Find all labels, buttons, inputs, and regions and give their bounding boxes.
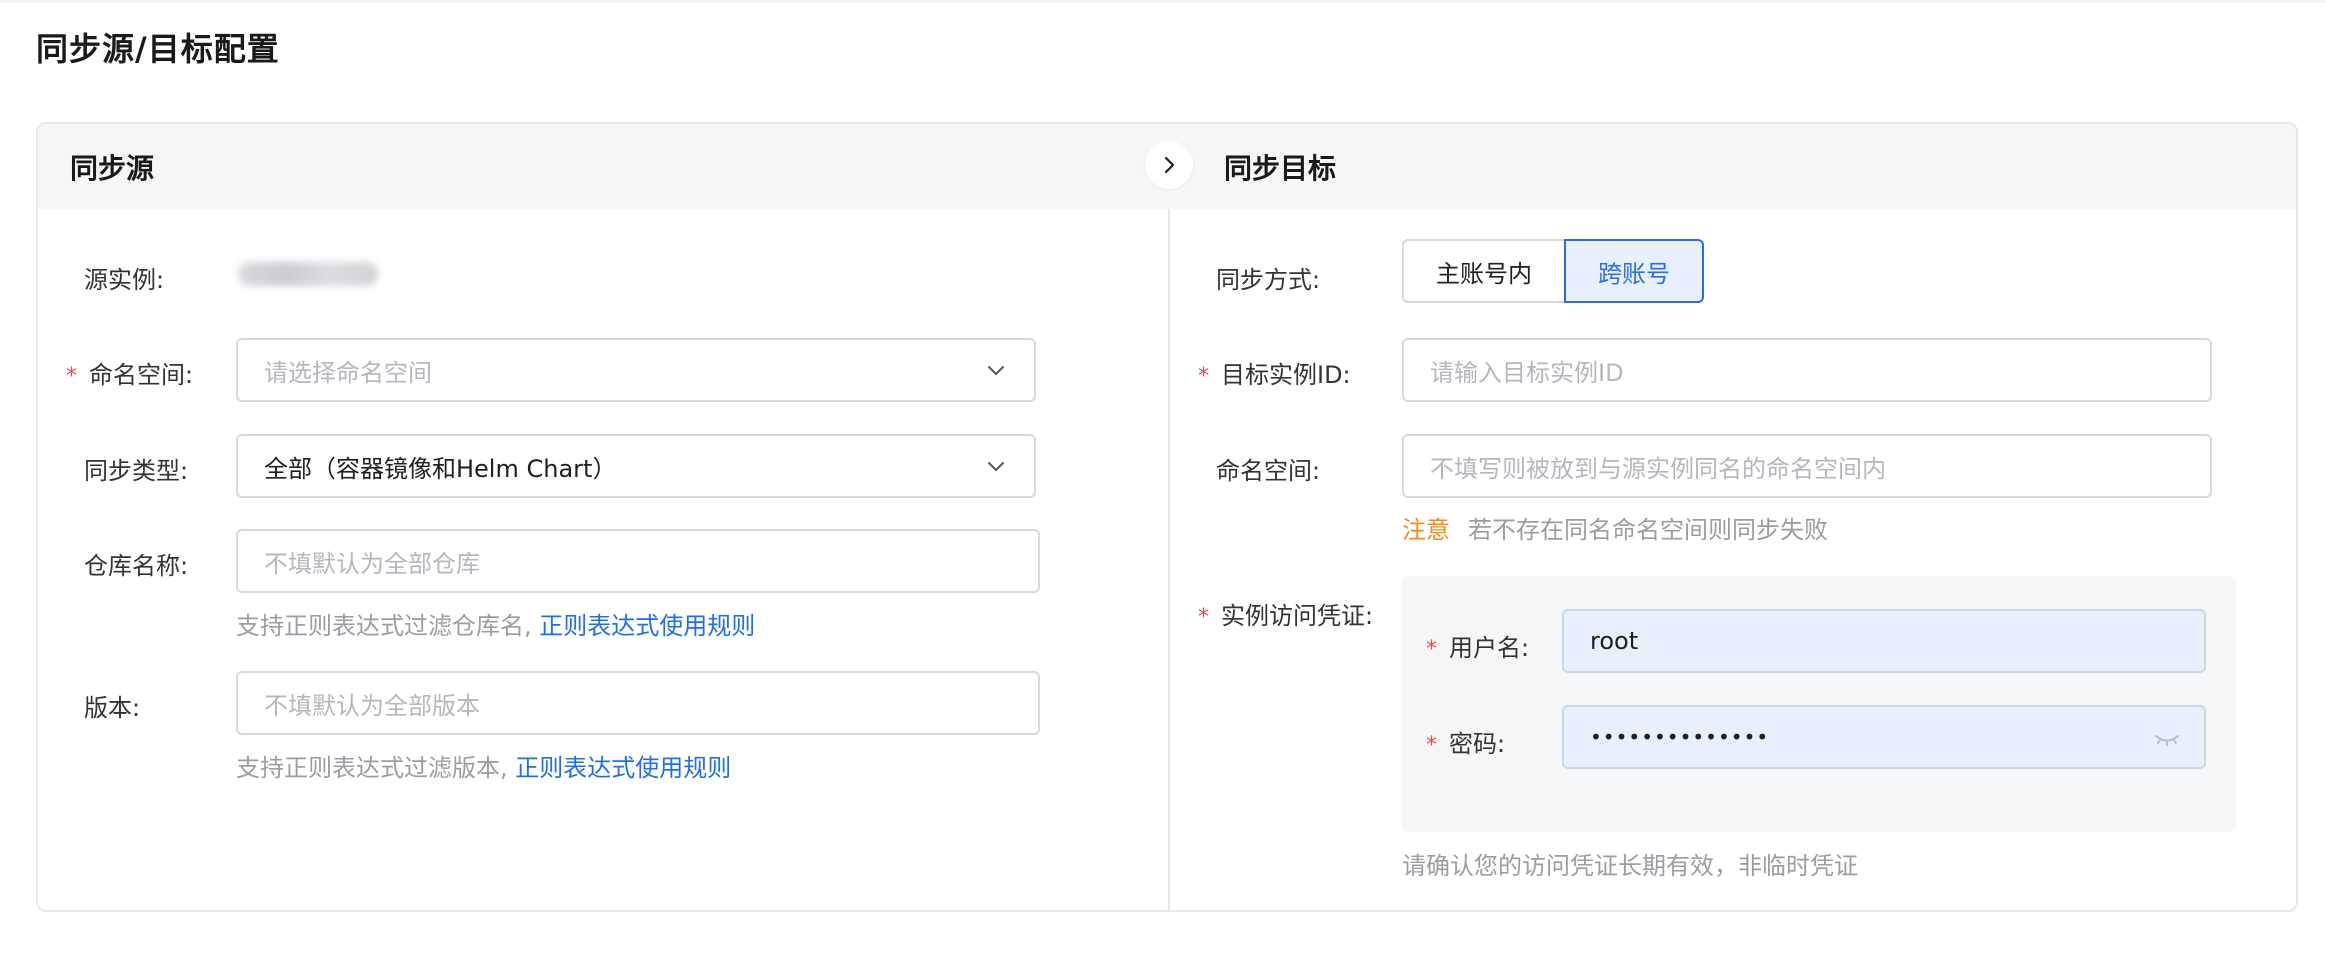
target-namespace-input[interactable]: 不填写则被放到与源实例同名的命名空间内 xyxy=(1402,434,2212,498)
version-input[interactable]: 不填默认为全部版本 xyxy=(236,671,1040,735)
password-label: * 密码: xyxy=(1426,730,1506,758)
column-divider xyxy=(1168,209,1170,910)
repo-name-input[interactable]: 不填默认为全部仓库 xyxy=(236,529,1040,593)
required-mark: * xyxy=(66,364,77,389)
sync-mode-label: 同步方式: xyxy=(1216,266,1321,294)
sync-type-select[interactable]: 全部（容器镜像和Helm Chart） xyxy=(236,434,1036,498)
version-help: 支持正则表达式过滤版本, 正则表达式使用规则 xyxy=(236,754,732,782)
username-label: * 用户名: xyxy=(1426,634,1530,662)
credentials-label: * 实例访问凭证: xyxy=(1198,602,1374,630)
card-header: 同步源 同步目标 xyxy=(38,124,2296,209)
required-mark: * xyxy=(1426,733,1437,758)
regex-rules-link[interactable]: 正则表达式使用规则 xyxy=(515,754,731,782)
namespace-label: * 命名空间: xyxy=(66,361,194,389)
chevron-down-icon xyxy=(988,462,1004,471)
source-instance-value xyxy=(238,262,378,286)
target-namespace-label: 命名空间: xyxy=(1216,457,1321,485)
required-mark: * xyxy=(1198,364,1209,389)
direction-arrow-button xyxy=(1145,141,1193,189)
password-input[interactable]: •••••••••••••• xyxy=(1562,705,2206,769)
namespace-select[interactable]: 请选择命名空间 xyxy=(236,338,1036,402)
credentials-help: 请确认您的访问凭证长期有效，非临时凭证 xyxy=(1402,852,1858,880)
required-mark: * xyxy=(1426,637,1437,662)
repo-name-label: 仓库名称: xyxy=(84,552,189,580)
repo-name-help: 支持正则表达式过滤仓库名, 正则表达式使用规则 xyxy=(236,612,756,640)
required-mark: * xyxy=(1198,605,1209,630)
chevron-right-icon xyxy=(1164,156,1175,174)
target-namespace-note: 注意 若不存在同名命名空间则同步失败 xyxy=(1402,516,1828,544)
eye-closed-icon[interactable] xyxy=(2154,733,2180,747)
sync-type-label: 同步类型: xyxy=(84,457,189,485)
sync-mode-cross-account[interactable]: 跨账号 xyxy=(1564,239,1704,303)
top-border xyxy=(0,0,2326,3)
warning-tag: 注意 xyxy=(1402,516,1450,544)
target-instance-id-input[interactable]: 请输入目标实例ID xyxy=(1402,338,2212,402)
page-title: 同步源/目标配置 xyxy=(36,30,280,68)
regex-rules-link[interactable]: 正则表达式使用规则 xyxy=(539,612,755,640)
username-input[interactable]: root xyxy=(1562,609,2206,673)
source-instance-label: 源实例: xyxy=(84,266,165,294)
source-header: 同步源 xyxy=(70,152,155,185)
chevron-down-icon xyxy=(988,366,1004,375)
sync-mode-same-account[interactable]: 主账号内 xyxy=(1402,239,1564,303)
version-label: 版本: xyxy=(84,694,141,722)
config-card: 同步源 同步目标 源实例: * 命名空间: 请选择命名空间 同步类型: 全部（容器… xyxy=(36,122,2298,912)
target-instance-id-label: * 目标实例ID: xyxy=(1198,361,1351,389)
sync-mode-toggle: 主账号内 跨账号 xyxy=(1402,239,1704,303)
target-header: 同步目标 xyxy=(1224,152,1337,185)
